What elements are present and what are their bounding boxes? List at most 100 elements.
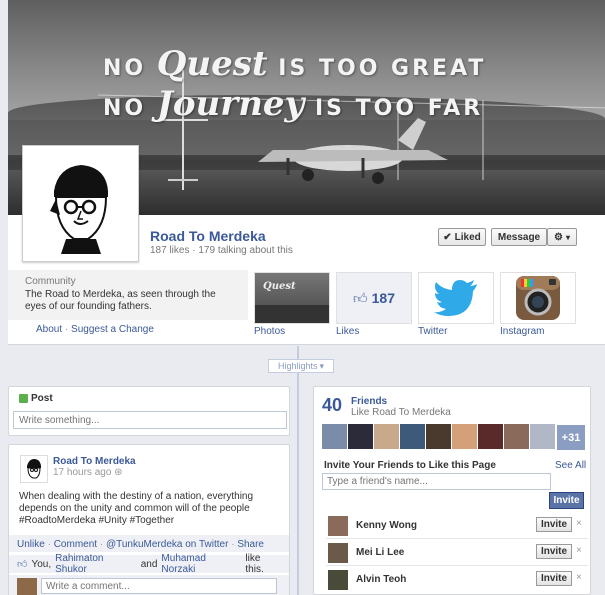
settings-dropdown-button[interactable]: ⚙ ▾ [547,228,577,246]
instagram-camera-icon [516,276,560,320]
more-friends-badge[interactable]: +31 [557,425,585,450]
thumbs-up-icon: 👍︎ [353,289,368,306]
comment-input[interactable] [41,578,277,594]
post-actions: Unlike · Comment · @TunkuMerdeka on Twit… [9,535,289,552]
friends-box: 40 Friends Like Road To Merdeka +31 Invi… [313,386,591,595]
post-icon [19,394,28,403]
row-divider [326,565,588,566]
close-icon[interactable]: × [576,545,582,556]
invite-row: Alvin Teoh Invite × [326,568,588,592]
page-category: Community [25,276,76,287]
invite-row: Mei Li Lee Invite × [326,541,588,565]
friend-avatar[interactable] [348,424,373,449]
friend-search-input[interactable] [322,473,551,490]
twitter-handle-link[interactable]: @TunkuMerdeka on Twitter [106,539,228,550]
friend-avatar[interactable] [322,424,347,449]
photos-app-label[interactable]: Photos [254,326,285,337]
highlights-dropdown[interactable]: Highlights ▾ [268,359,334,373]
founder-portrait-icon [27,459,41,479]
friends-count[interactable]: 40 [322,395,342,416]
thumbs-up-icon: 👍︎ [17,559,28,570]
likes-prefix: You, [31,558,52,570]
invite-friend-button[interactable]: Invite [536,517,572,532]
founder-portrait-icon [50,165,108,254]
message-button[interactable]: Message [491,228,547,246]
friend-name[interactable]: Alvin Teoh [356,574,406,585]
separator-dot: · [47,539,51,550]
globe-icon: ⊛ [114,467,123,478]
message-label: Message [497,231,541,243]
twitter-bird-icon [434,280,477,316]
suggest-change-link[interactable]: Suggest a Change [71,324,154,335]
twitter-app-tile[interactable] [418,272,494,324]
about-links: About · Suggest a Change [36,324,154,335]
friend-avatar[interactable] [452,424,477,449]
close-icon[interactable]: × [576,572,582,583]
friends-title[interactable]: Friends [351,396,387,407]
profile-picture[interactable] [22,145,139,262]
friend-avatar[interactable] [530,424,555,449]
post-time-text: 17 hours ago [53,467,112,478]
friend-avatar[interactable] [426,424,451,449]
post-timestamp[interactable]: 17 hours ago ⊛ [53,467,123,478]
instagram-app-label[interactable]: Instagram [500,326,544,337]
viewer-avatar [17,578,37,595]
photos-app-tile[interactable]: Quest [254,272,330,324]
post-tab[interactable]: Post [19,393,53,404]
friend-faces [322,424,555,449]
friend-avatar[interactable] [478,424,503,449]
invite-friend-button[interactable]: Invite [536,544,572,559]
friend-avatar[interactable] [400,424,425,449]
highlights-label: Highlights [277,361,318,371]
photos-thumb-text: Quest [263,281,296,292]
invite-friend-button[interactable]: Invite [536,571,572,586]
post-author-name[interactable]: Road To Merdeka [53,456,136,467]
photos-thumb-ground [255,305,329,323]
comment-composer [9,575,289,595]
timeline-spine [297,346,299,595]
likes-app-label[interactable]: Likes [336,326,359,337]
see-all-link[interactable]: See All [555,460,586,471]
friend-avatar[interactable] [328,516,348,536]
post-author-avatar[interactable] [20,455,48,483]
close-icon[interactable]: × [576,518,582,529]
unlike-link[interactable]: Unlike [17,539,45,550]
liked-label: Liked [454,231,481,243]
chevron-down-icon: ▾ [565,232,570,242]
friend-avatar[interactable] [328,570,348,590]
status-input[interactable] [13,411,287,429]
friend-avatar[interactable] [504,424,529,449]
post-likes-summary: 👍︎ You, Rahimaton Shukor and Muhamad Nor… [9,553,289,575]
cover-text-line2: NO Journey IS TOO FAR [103,84,484,124]
friend-avatar[interactable] [374,424,399,449]
liker-link[interactable]: Rahimaton Shukor [55,553,137,575]
comment-link[interactable]: Comment [54,539,97,550]
post-tab-label: Post [31,393,53,404]
friend-name[interactable]: Mei Li Lee [356,547,404,558]
about-link[interactable]: About [36,324,62,335]
twitter-app-label[interactable]: Twitter [418,326,447,337]
invite-title: Invite Your Friends to Like this Page [324,460,496,471]
row-divider [326,538,588,539]
separator-dot: · [64,324,69,335]
liker-link[interactable]: Muhamad Norzaki [161,553,241,575]
page-stats: 187 likes · 179 talking about this [150,245,293,256]
friends-subtitle: Like Road To Merdeka [351,407,451,418]
separator-dot: · [231,539,235,550]
liked-button[interactable]: ✔ Liked [438,228,486,246]
friend-avatar[interactable] [328,543,348,563]
invite-row: Kenny Wong Invite × [326,514,588,538]
instagram-app-tile[interactable] [500,272,576,324]
share-link[interactable]: Share [237,539,264,550]
page-description: The Road to Merdeka, as seen through the… [25,289,216,312]
post-body: When dealing with the destiny of a natio… [19,491,254,526]
invite-button[interactable]: Invite [549,492,584,509]
gear-icon: ⚙ [554,231,563,243]
page-title[interactable]: Road To Merdeka [150,228,266,244]
post-composer: Post [8,386,290,436]
about-panel: Community The Road to Merdeka, as seen t… [8,270,248,320]
feed-post: Road To Merdeka 17 hours ago ⊛ When deal… [8,444,290,595]
friend-name[interactable]: Kenny Wong [356,520,417,531]
likes-app-tile[interactable]: 👍︎ 187 [336,272,412,324]
likes-and: and [140,558,158,570]
